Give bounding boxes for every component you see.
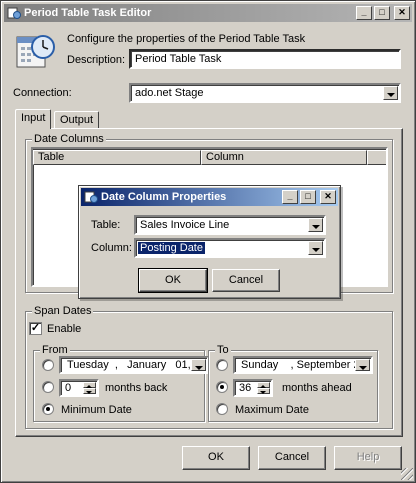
dialog-column-value: Posting Date — [138, 242, 205, 254]
dialog-close-button[interactable]: ✕ — [320, 190, 336, 204]
dialog-column-chevron-down-icon[interactable] — [308, 241, 323, 255]
from-date-dropdown-icon[interactable] — [191, 359, 206, 371]
to-title: To — [215, 344, 231, 356]
to-date-dropdown-icon[interactable] — [355, 359, 370, 371]
dialog-cancel-button[interactable]: Cancel — [212, 269, 280, 292]
from-date-value: Tuesday , January 01, — [67, 359, 191, 371]
dialog-table-chevron-down-icon[interactable] — [308, 218, 323, 232]
dialog-title: Date Column Properties — [101, 191, 227, 203]
tab-output[interactable]: Output — [54, 111, 100, 128]
dialog-table-select[interactable]: Sales Invoice Line — [134, 215, 326, 235]
column-header-column[interactable]: Column — [201, 150, 367, 165]
to-date-picker[interactable]: Sunday , September 27, — [233, 356, 373, 374]
dialog-minimize-button[interactable]: _ — [282, 190, 298, 204]
dialog-maximize-button[interactable]: □ — [300, 190, 316, 204]
column-header-table[interactable]: Table — [33, 150, 201, 165]
ok-button[interactable]: OK — [182, 446, 250, 470]
to-months-label: months ahead — [282, 382, 352, 394]
from-date-radio[interactable] — [42, 359, 54, 371]
tab-output-label: Output — [60, 114, 94, 126]
description-input[interactable]: Period Table Task — [129, 49, 401, 69]
from-minimum-label: Minimum Date — [61, 404, 132, 416]
main-title-bar[interactable]: Period Table Task Editor _ □ ✕ — [4, 4, 412, 22]
size-grip[interactable] — [401, 468, 413, 480]
close-button[interactable]: ✕ — [394, 6, 410, 20]
dialog-table-value: Sales Invoice Line — [140, 219, 230, 231]
to-months-spin-icon[interactable] — [257, 382, 270, 394]
period-table-task-editor-window: Period Table Task Editor _ □ ✕ Configure… — [0, 0, 416, 483]
date-columns-title: Date Columns — [32, 133, 106, 145]
help-button[interactable]: Help — [334, 446, 402, 470]
from-title: From — [40, 344, 70, 356]
from-months-stepper[interactable]: 0 — [59, 379, 99, 397]
tab-input[interactable]: Input — [15, 109, 52, 129]
to-maximum-label: Maximum Date — [235, 404, 309, 416]
description-label: Description: — [67, 54, 126, 66]
from-date-picker[interactable]: Tuesday , January 01, — [59, 356, 209, 374]
from-months-radio[interactable] — [42, 381, 54, 393]
to-date-value: Sunday , September 27, — [241, 359, 369, 371]
connection-value: ado.net Stage — [135, 87, 204, 99]
chevron-down-icon[interactable] — [383, 86, 398, 100]
window-title: Period Table Task Editor — [24, 7, 152, 19]
to-months-stepper[interactable]: 36 — [233, 379, 273, 397]
header-text: Configure the properties of the Period T… — [67, 33, 306, 45]
to-maximum-radio[interactable] — [216, 403, 228, 415]
to-date-radio[interactable] — [216, 359, 228, 371]
tab-input-label: Input — [21, 112, 46, 124]
maximize-button[interactable]: □ — [374, 6, 390, 20]
connection-label: Connection: — [13, 87, 72, 99]
enable-checkbox[interactable]: ✓ — [29, 322, 42, 335]
column-header-filler — [367, 150, 386, 165]
to-months-radio[interactable] — [216, 381, 228, 393]
calendar-clock-icon — [16, 35, 55, 68]
minimize-button[interactable]: _ — [356, 6, 372, 20]
from-minimum-radio[interactable] — [42, 403, 54, 415]
task-editor-icon — [7, 7, 21, 19]
cancel-button[interactable]: Cancel — [258, 446, 326, 470]
from-months-spin-icon[interactable] — [83, 382, 96, 394]
dialog-title-bar[interactable]: Date Column Properties _ □ ✕ — [81, 188, 338, 206]
dialog-icon — [84, 191, 98, 203]
date-column-properties-dialog: Date Column Properties _ □ ✕ Table: Sale… — [78, 185, 341, 299]
dialog-column-select[interactable]: Posting Date — [134, 238, 326, 258]
to-months-value: 36 — [239, 382, 252, 394]
dialog-ok-button[interactable]: OK — [138, 268, 208, 293]
from-months-label: months back — [105, 382, 168, 394]
dialog-table-label: Table: — [91, 219, 121, 231]
span-dates-title: Span Dates — [32, 305, 94, 317]
connection-select[interactable]: ado.net Stage — [129, 83, 401, 103]
dialog-column-label: Column: — [91, 242, 132, 254]
from-months-value: 0 — [65, 382, 72, 394]
enable-label: Enable — [47, 323, 82, 335]
